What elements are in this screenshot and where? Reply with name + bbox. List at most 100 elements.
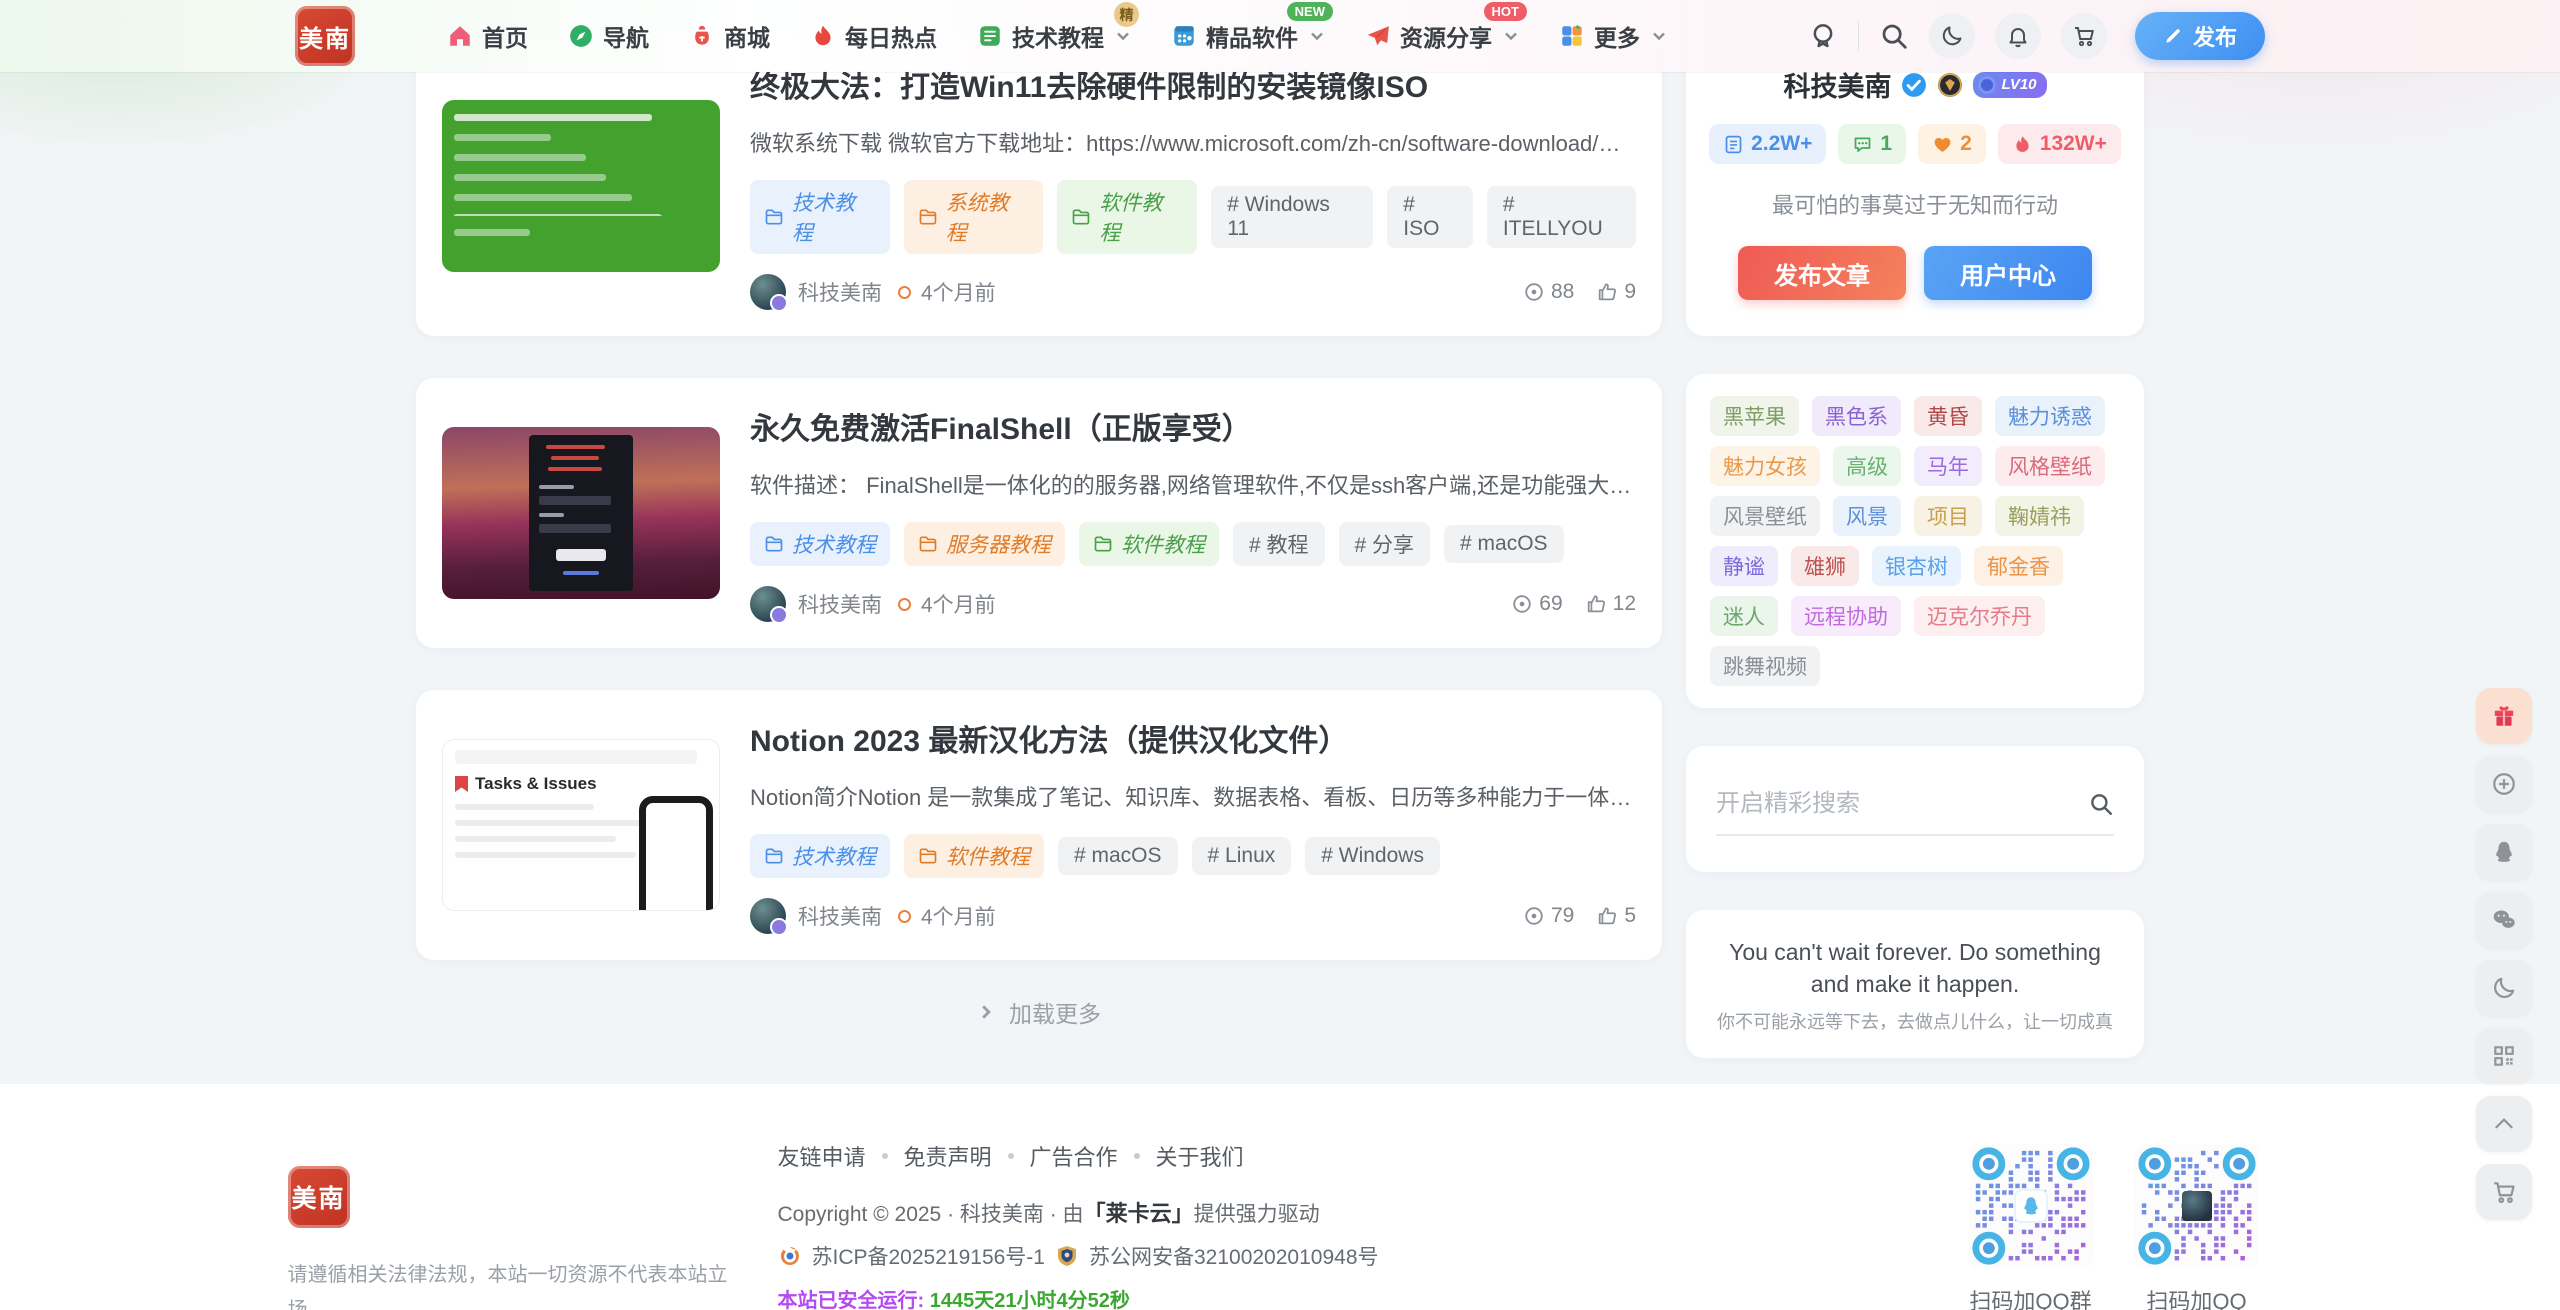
nav-item-software[interactable]: 精品软件 NEW xyxy=(1171,19,1325,53)
tag-item[interactable]: 高级 xyxy=(1833,446,1901,486)
author-name[interactable]: 科技美南 xyxy=(798,277,882,307)
tag-item[interactable]: 风景壁纸 xyxy=(1710,496,1820,536)
view-count: 79 xyxy=(1523,904,1574,928)
search-icon[interactable] xyxy=(1879,21,1909,51)
dark-mode-button[interactable] xyxy=(1929,13,1975,59)
article-thumbnail[interactable]: Tasks & Issues xyxy=(442,739,720,911)
tag-item[interactable]: 迷人 xyxy=(1710,596,1778,636)
footer-link[interactable]: 广告合作 xyxy=(1030,1140,1118,1172)
cart-button[interactable] xyxy=(2061,13,2107,59)
moneybag-icon xyxy=(689,23,715,49)
hashtag-chip[interactable]: # 分享 xyxy=(1339,522,1431,566)
tag-item[interactable]: 黑苹果 xyxy=(1710,396,1799,436)
police-number[interactable]: 苏公网安备32100202010948号 xyxy=(1089,1241,1379,1271)
hashtag-chip[interactable]: # ITELLYOU xyxy=(1487,186,1636,248)
category-chip[interactable]: 服务器教程 xyxy=(904,522,1065,566)
hashtag-chip[interactable]: # ISO xyxy=(1387,186,1473,248)
wechat-contact-button[interactable] xyxy=(2476,892,2532,948)
footer-link[interactable]: 免责声明 xyxy=(904,1140,992,1172)
tag-item[interactable]: 银杏树 xyxy=(1872,546,1961,586)
search-input[interactable] xyxy=(1716,790,2088,818)
notifications-button[interactable] xyxy=(1995,13,2041,59)
category-chip[interactable]: 软件教程 xyxy=(1057,180,1197,254)
category-chip[interactable]: 系统教程 xyxy=(904,180,1044,254)
tag-item[interactable]: 魅力诱惑 xyxy=(1995,396,2105,436)
hashtag-chip[interactable]: # 教程 xyxy=(1233,522,1325,566)
article-thumbnail[interactable] xyxy=(442,100,720,272)
author-avatar[interactable] xyxy=(750,274,786,310)
nav-item-daily-hot[interactable]: 每日热点 xyxy=(810,19,937,53)
view-count: 69 xyxy=(1511,592,1562,616)
article-card[interactable]: 终极大法：打造Win11去除硬件限制的安装镜像ISO 微软系统下载 微软官方下载… xyxy=(416,36,1662,336)
divider xyxy=(1858,22,1859,50)
footer-link[interactable]: 关于我们 xyxy=(1156,1140,1244,1172)
footer-qr-codes: 扫码加QQ群 扫码加QQ xyxy=(1969,1084,2259,1310)
category-chip[interactable]: 软件教程 xyxy=(904,834,1044,878)
article-title[interactable]: 永久免费激活FinalShell（正版享受） xyxy=(750,404,1636,448)
category-chip[interactable]: 技术教程 xyxy=(750,522,890,566)
tag-item[interactable]: 风格壁纸 xyxy=(1995,446,2105,486)
load-more-button[interactable]: 加载更多 xyxy=(416,986,1662,1038)
hashtag-chip[interactable]: # macOS xyxy=(1444,525,1564,563)
qr-code-image xyxy=(2135,1144,2259,1268)
nav-item-more[interactable]: 更多 xyxy=(1559,19,1667,53)
category-label: 软件教程 xyxy=(946,841,1030,871)
qrcode-button[interactable] xyxy=(2476,1028,2532,1084)
comment-icon xyxy=(1852,134,1873,155)
nav-item-resources[interactable]: 资源分享 HOT xyxy=(1365,19,1519,53)
search-icon[interactable] xyxy=(2088,791,2114,817)
category-chip[interactable]: 软件教程 xyxy=(1079,522,1219,566)
qr-label: 扫码加QQ群 xyxy=(1969,1284,2093,1310)
hashtag-chip[interactable]: # Windows 11 xyxy=(1211,186,1373,248)
article-title[interactable]: Notion 2023 最新汉化方法（提供汉化文件） xyxy=(750,716,1636,760)
author-name[interactable]: 科技美南 xyxy=(798,901,882,931)
tag-item[interactable]: 项目 xyxy=(1914,496,1982,536)
nav-item-tech-tutorials[interactable]: 技术教程 精 xyxy=(977,19,1131,53)
user-center-button[interactable]: 用户中心 xyxy=(1924,246,2092,300)
tag-item[interactable]: 郁金香 xyxy=(1974,546,2063,586)
cart-float-button[interactable] xyxy=(2476,1164,2532,1220)
add-button[interactable] xyxy=(2476,756,2532,812)
moon-icon xyxy=(2491,975,2517,1001)
tag-item[interactable]: 鞠婧祎 xyxy=(1995,496,2084,536)
footer-link[interactable]: 友链申请 xyxy=(778,1140,866,1172)
tag-item[interactable]: 远程协助 xyxy=(1791,596,1901,636)
category-chip[interactable]: 技术教程 xyxy=(750,834,890,878)
nav-item-navigation[interactable]: 导航 xyxy=(568,19,649,53)
article-card[interactable]: Tasks & Issues Notion 2023 最新汉化方法（提供汉化文件… xyxy=(416,690,1662,960)
nav-item-home[interactable]: 首页 xyxy=(447,19,528,53)
tag-item[interactable]: 迈克尔乔丹 xyxy=(1914,596,2045,636)
like-count[interactable]: 9 xyxy=(1596,280,1636,304)
article-thumbnail[interactable] xyxy=(442,427,720,599)
icp-number[interactable]: 苏ICP备2025219156号-1 xyxy=(812,1241,1045,1271)
tag-item[interactable]: 马年 xyxy=(1914,446,1982,486)
tag-item[interactable]: 风景 xyxy=(1833,496,1901,536)
back-to-top-button[interactable] xyxy=(2476,1096,2532,1152)
qq-contact-button[interactable] xyxy=(2476,824,2532,880)
like-count[interactable]: 5 xyxy=(1596,904,1636,928)
nav-item-shop[interactable]: 商城 xyxy=(689,19,770,53)
site-logo[interactable]: 美南 xyxy=(295,6,355,66)
tag-item[interactable]: 雄狮 xyxy=(1791,546,1859,586)
tag-item[interactable]: 黑色系 xyxy=(1812,396,1901,436)
author-avatar[interactable] xyxy=(750,586,786,622)
tag-item[interactable]: 魅力女孩 xyxy=(1710,446,1820,486)
publish-button[interactable]: 发布 xyxy=(2135,12,2265,60)
hashtag-chip[interactable]: # macOS xyxy=(1058,837,1178,875)
author-name[interactable]: 科技美南 xyxy=(798,589,882,619)
tag-item[interactable]: 黄昏 xyxy=(1914,396,1982,436)
theme-toggle-button[interactable] xyxy=(2476,960,2532,1016)
tag-item[interactable]: 静谧 xyxy=(1710,546,1778,586)
author-avatar[interactable] xyxy=(750,898,786,934)
hashtag-chip[interactable]: # Linux xyxy=(1192,837,1292,875)
publish-article-button[interactable]: 发布文章 xyxy=(1738,246,1906,300)
tag-item[interactable]: 跳舞视频 xyxy=(1710,646,1820,686)
clock-icon xyxy=(898,910,911,923)
category-chip[interactable]: 技术教程 xyxy=(750,180,890,254)
verified-icon xyxy=(1901,72,1927,98)
gift-button[interactable] xyxy=(2476,688,2532,744)
article-card[interactable]: 永久免费激活FinalShell（正版享受） 软件描述： FinalShell是… xyxy=(416,378,1662,648)
hashtag-chip[interactable]: # Windows xyxy=(1305,837,1440,875)
medal-icon[interactable] xyxy=(1808,21,1838,51)
like-count[interactable]: 12 xyxy=(1585,592,1636,616)
